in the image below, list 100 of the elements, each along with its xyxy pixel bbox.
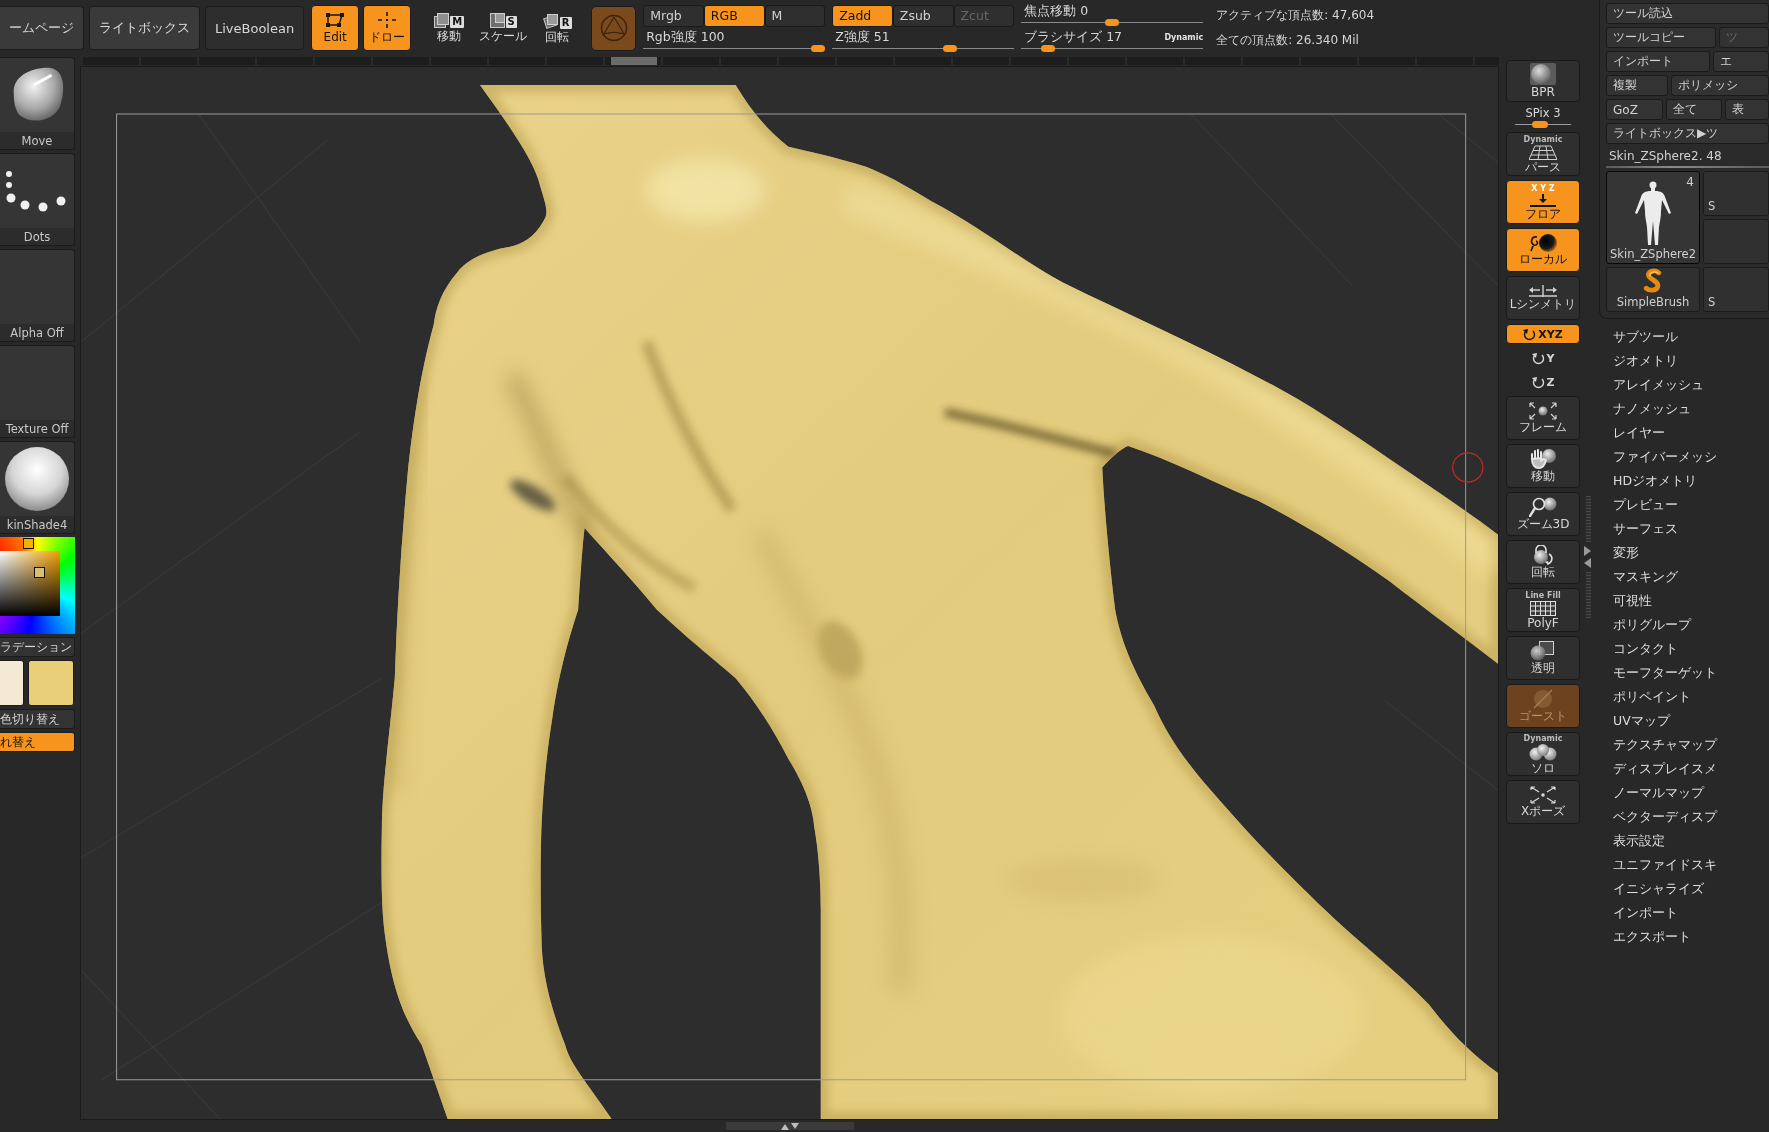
menu-item[interactable]: サーフェス [1613, 517, 1769, 541]
draw-mode-button[interactable]: ドロー [363, 5, 412, 51]
menu-item[interactable]: テクスチャマップ [1613, 733, 1769, 757]
axis-rotation-button[interactable]: Z [1506, 372, 1580, 392]
axis-rotation-button[interactable]: Y [1506, 348, 1580, 368]
menu-item[interactable]: イニシャライズ [1613, 877, 1769, 901]
nav-button[interactable]: ームページ [0, 6, 84, 50]
bpr-render-button[interactable]: BPR [1506, 60, 1580, 102]
stroke-thumbnail[interactable]: Dots [0, 153, 75, 246]
slider-thumb[interactable] [811, 44, 826, 52]
scale-button[interactable]: S スケール [478, 6, 529, 50]
tool-button[interactable]: インポート [1606, 51, 1710, 72]
tool-button[interactable]: ツールコピー [1606, 27, 1716, 48]
color-swap-button[interactable]: れ替え [0, 732, 75, 752]
tool-thumbnail[interactable]: S [1703, 171, 1769, 216]
edit-mode-button[interactable]: Edit [311, 5, 360, 51]
color-swatch[interactable] [28, 660, 74, 706]
menu-item[interactable]: HDジオメトリ [1613, 469, 1769, 493]
tool-button[interactable]: ポリメッシ [1671, 75, 1769, 96]
transparency-button[interactable]: 透明 [1506, 636, 1580, 680]
floor-arrow-icon [1530, 193, 1556, 207]
tool-button[interactable]: ライトボックス▶ツ [1606, 123, 1769, 144]
color-swap-button[interactable]: 色切り替え [0, 709, 75, 729]
sculpt-mode-button[interactable]: Zsub [892, 4, 954, 27]
torso-sculpt-drawing[interactable] [381, 84, 1498, 1119]
menu-item[interactable]: ジオメトリ [1613, 349, 1769, 373]
color-picker[interactable] [0, 537, 75, 634]
menu-item[interactable]: ポリグループ [1613, 613, 1769, 637]
hue-marker-icon [23, 538, 34, 549]
menu-item[interactable]: エクスポート [1613, 925, 1769, 949]
menu-item[interactable]: ディスプレイスメ [1613, 757, 1769, 781]
current-tool-name: Skin_ZSphere2. 48 [1608, 148, 1722, 165]
gradient-button[interactable]: ラデーション [0, 637, 75, 657]
menu-item[interactable]: インポート [1613, 901, 1769, 925]
menu-item[interactable]: ナノメッシュ [1613, 397, 1769, 421]
dynamic-label: Dynamic [1164, 33, 1204, 42]
collapse-arrows-icon[interactable] [1584, 546, 1592, 568]
menu-item[interactable]: コンタクト [1613, 637, 1769, 661]
menu-item[interactable]: ユニファイドスキ [1613, 853, 1769, 877]
perspective-button[interactable]: Dynamic パース [1506, 132, 1580, 176]
alpha-thumbnail[interactable]: Alpha Off [0, 249, 75, 342]
polyframe-button[interactable]: Line Fill PolyF [1506, 588, 1580, 632]
slider-label: Z強度 51 [835, 28, 890, 46]
material-thumbnail[interactable]: kinShade4 [0, 441, 75, 534]
menu-item[interactable]: モーフターゲット [1613, 661, 1769, 685]
menu-item[interactable]: ファイバーメッシ [1613, 445, 1769, 469]
symmetry-button[interactable]: Lシンメトリ [1506, 276, 1580, 320]
menu-item[interactable]: レイヤー [1613, 421, 1769, 445]
crosshair-icon [378, 12, 397, 28]
menu-item[interactable]: マスキング [1613, 565, 1769, 589]
slider-thumb[interactable] [1105, 19, 1120, 26]
tool-thumbnail[interactable]: S [1703, 267, 1769, 312]
horizontal-scrollbar[interactable] [83, 57, 1499, 65]
color-mode-button[interactable]: RGB [703, 4, 765, 27]
menu-item[interactable]: ノーマルマップ [1613, 781, 1769, 805]
tool-button[interactable]: エ [1713, 51, 1769, 72]
xpose-button[interactable]: Xポーズ [1506, 780, 1580, 824]
tool-button[interactable]: 表 [1724, 99, 1769, 120]
move-button[interactable]: M 移動 [424, 6, 475, 50]
solo-button[interactable]: Dynamic ソロ [1506, 732, 1580, 776]
color-mode-button[interactable]: Mrgb [643, 4, 704, 27]
tilted-squares-icon [542, 12, 559, 29]
axis-rotation-button[interactable]: XYZ [1506, 324, 1580, 344]
menu-item[interactable]: アレイメッシュ [1613, 373, 1769, 397]
nav-button[interactable]: ライトボックス [89, 6, 200, 50]
texture-thumbnail[interactable]: Texture Off [0, 345, 75, 438]
tool-thumbnail[interactable]: SimpleBrush [1606, 267, 1700, 312]
slider-thumb[interactable] [1041, 45, 1056, 52]
menu-item[interactable]: サブツール [1613, 325, 1769, 349]
menu-item[interactable]: 変形 [1613, 541, 1769, 565]
slider-thumb[interactable] [943, 44, 958, 52]
color-swatch[interactable] [0, 660, 24, 706]
rotate-button[interactable]: R 回転 [532, 6, 583, 50]
rotate-view-button[interactable]: 回転 [1506, 540, 1580, 584]
shade-square[interactable] [0, 551, 60, 616]
local-button[interactable]: ローカル [1506, 228, 1580, 272]
zoom-button[interactable]: ズーム3D [1506, 492, 1580, 536]
tool-button[interactable]: ツール読込 [1606, 3, 1769, 24]
menu-item[interactable]: ポリペイント [1613, 685, 1769, 709]
brush-cursor-icon [1452, 452, 1484, 483]
menu-item[interactable]: ベクターディスプ [1613, 805, 1769, 829]
slider-label: ブラシサイズ 17 [1024, 29, 1123, 46]
bottom-tray-handle[interactable] [725, 1122, 854, 1130]
floor-button[interactable]: X Y Z フロア [1506, 180, 1580, 224]
sculpt-mode-button[interactable]: Zadd [832, 4, 893, 27]
nav-button[interactable]: LiveBoolean [205, 6, 305, 50]
color-mode-button[interactable]: M [764, 4, 826, 27]
menu-item[interactable]: UVマップ [1613, 709, 1769, 733]
move-view-button[interactable]: 移動 [1506, 444, 1580, 488]
scrollbar-thumb[interactable] [611, 57, 657, 65]
tool-thumbnail[interactable]: 4 Skin_ZSphere2 [1606, 171, 1700, 264]
menu-item[interactable]: プレビュー [1613, 493, 1769, 517]
tool-button[interactable]: 複製 [1606, 75, 1668, 96]
tool-button[interactable]: GoZ [1606, 99, 1663, 120]
frame-button[interactable]: フレーム [1506, 396, 1580, 440]
tool-button[interactable]: 全て [1665, 99, 1722, 120]
slider-thumb[interactable] [1532, 121, 1549, 128]
menu-item[interactable]: 表示設定 [1613, 829, 1769, 853]
brush-thumbnail[interactable]: Move [0, 57, 75, 150]
menu-item[interactable]: 可視性 [1613, 589, 1769, 613]
